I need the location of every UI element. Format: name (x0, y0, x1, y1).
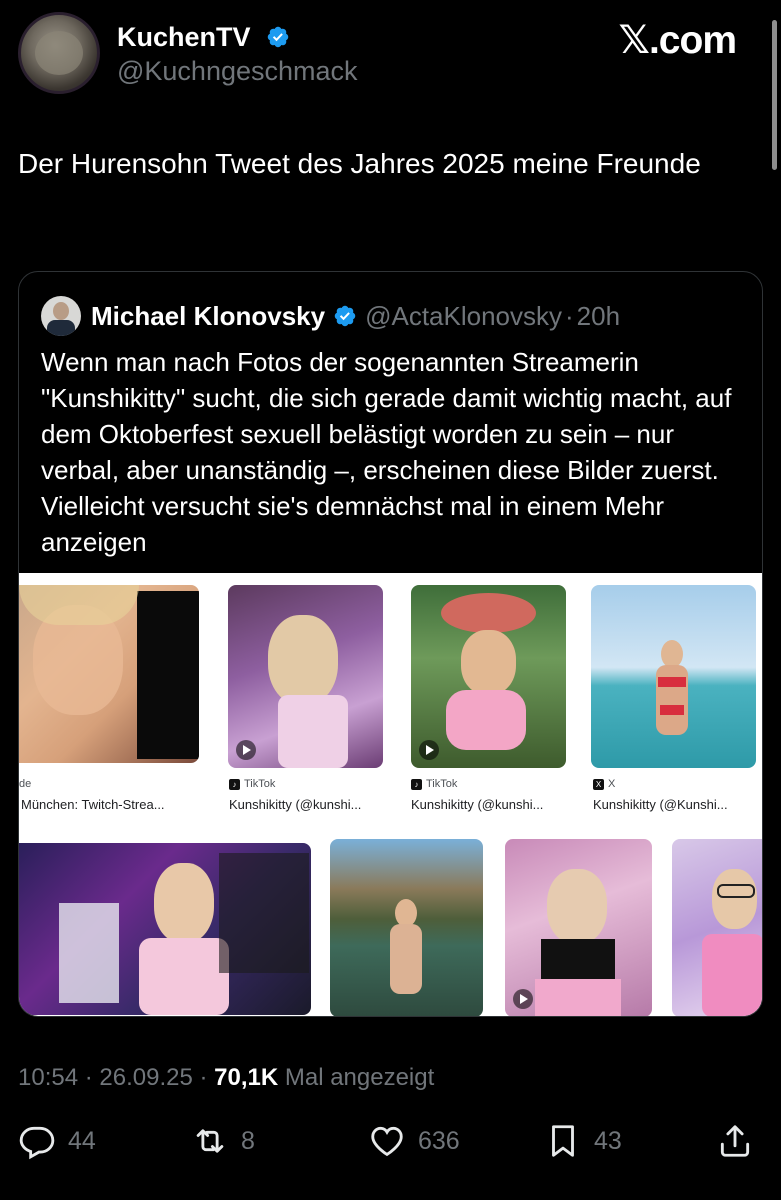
result-caption-3[interactable]: Kunshikitty (@kunshi... (411, 797, 571, 812)
result-caption-2[interactable]: Kunshikitty (@kunshi... (229, 797, 389, 812)
repost-count: 8 (241, 1126, 255, 1155)
author-name[interactable]: KuchenTV (117, 22, 251, 52)
verified-badge-icon (334, 305, 356, 327)
scrollbar[interactable] (772, 20, 777, 170)
tiktok-icon: ♪ (411, 778, 422, 790)
separator-dot: · (565, 300, 574, 331)
share-button[interactable] (716, 1122, 754, 1160)
result-source-2: ♪ TikTok (229, 778, 275, 790)
author-handle[interactable]: @Kuchngeschmack (117, 56, 358, 87)
heart-icon (371, 1126, 403, 1157)
view-label: Mal angezeigt (278, 1064, 435, 1091)
tweet-text: Der Hurensohn Tweet des Jahres 2025 mein… (18, 148, 701, 179)
quote-text: Wenn man nach Fotos der sogenannten Stre… (41, 347, 732, 557)
action-bar: 44 8 636 43 (18, 1122, 758, 1166)
bookmark-count: 43 (594, 1126, 622, 1155)
bookmark-button[interactable]: 43 (544, 1122, 622, 1160)
tiktok-icon: ♪ (229, 778, 240, 790)
author-name-row[interactable]: KuchenTV (117, 22, 290, 53)
reply-count: 44 (68, 1126, 96, 1155)
image-search-results: de München: Twitch-Strea... ♪ TikTok Kuns… (19, 573, 762, 1016)
tweet-header: KuchenTV @Kuchngeschmack 𝕏.com (18, 12, 763, 102)
play-icon (419, 740, 439, 760)
share-icon (720, 1125, 750, 1157)
result-image-8[interactable] (672, 839, 762, 1016)
view-count: 70,1K (214, 1064, 279, 1091)
verified-badge-icon (267, 26, 289, 48)
result-image-5[interactable] (19, 843, 311, 1015)
quote-author-name[interactable]: Michael Klonovsky (91, 301, 325, 332)
result-image-4[interactable] (591, 585, 756, 768)
x-icon: X (593, 778, 604, 790)
result-source-4: XX (593, 778, 615, 790)
result-image-2[interactable] (228, 585, 383, 768)
result-caption-4[interactable]: Kunshikitty (@Kunshi... (593, 797, 758, 812)
repost-icon (196, 1129, 224, 1153)
quote-avatar[interactable] (41, 296, 81, 336)
play-icon (513, 989, 533, 1009)
like-count: 636 (418, 1126, 460, 1155)
quote-timestamp[interactable]: 20h (577, 301, 620, 332)
result-image-6[interactable] (330, 839, 483, 1016)
quote-header: Michael Klonovsky @ActaKlonovsky · 20h (41, 296, 620, 336)
x-logo: 𝕏.com (618, 19, 737, 62)
quoted-tweet[interactable]: Michael Klonovsky @ActaKlonovsky · 20h W… (18, 271, 763, 1017)
reply-button[interactable]: 44 (18, 1122, 96, 1160)
result-image-7[interactable] (505, 839, 652, 1016)
author-avatar[interactable] (18, 12, 100, 94)
quote-author-handle[interactable]: @ActaKlonovsky (365, 301, 562, 332)
result-caption-1[interactable]: München: Twitch-Strea... (21, 797, 201, 812)
result-image-3[interactable] (411, 585, 566, 768)
result-image-1[interactable] (19, 585, 199, 763)
repost-button[interactable]: 8 (191, 1122, 255, 1160)
result-source-3: ♪ TikTok (411, 778, 457, 790)
reply-icon (19, 1126, 55, 1160)
tweet-meta: 10:54 · 26.09.25 · 70,1K Mal angezeigt (18, 1064, 434, 1092)
result-source-1: de (19, 778, 32, 790)
like-button[interactable]: 636 (368, 1122, 460, 1160)
bookmark-icon (552, 1125, 574, 1157)
play-icon (236, 740, 256, 760)
tweet-timestamp[interactable]: 10:54 · 26.09.25 · (18, 1064, 214, 1091)
